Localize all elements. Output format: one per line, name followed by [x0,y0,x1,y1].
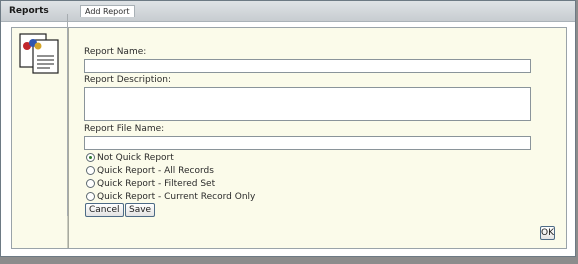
report-name-input[interactable] [84,59,531,73]
report-name-label: Report Name: [84,47,147,57]
radio-quick-filtered-set[interactable]: Quick Report - Filtered Set [86,178,215,189]
radio-label: Quick Report - Filtered Set [97,178,216,189]
report-description-label: Report Description: [84,75,171,85]
radio-icon[interactable] [86,192,95,201]
radio-quick-all-records[interactable]: Quick Report - All Records [86,165,214,176]
radio-icon[interactable] [86,179,95,188]
radio-selected-icon[interactable] [86,153,95,162]
reports-document-icon [19,33,59,74]
radio-icon[interactable] [86,166,95,175]
report-file-name-input[interactable] [84,136,531,150]
save-button[interactable]: Save [125,203,156,217]
report-description-textarea[interactable] [84,87,531,121]
radio-label: Quick Report - All Records [97,165,214,176]
radio-label: Not Quick Report [97,152,174,163]
radio-quick-current-record[interactable]: Quick Report - Current Record Only [86,191,255,202]
radio-label: Quick Report - Current Record Only [97,191,256,202]
report-file-name-label: Report File Name: [84,124,165,134]
radio-not-quick-report[interactable]: Not Quick Report [86,152,174,163]
cancel-button[interactable]: Cancel [85,203,124,217]
ok-button[interactable]: OK [540,226,555,240]
